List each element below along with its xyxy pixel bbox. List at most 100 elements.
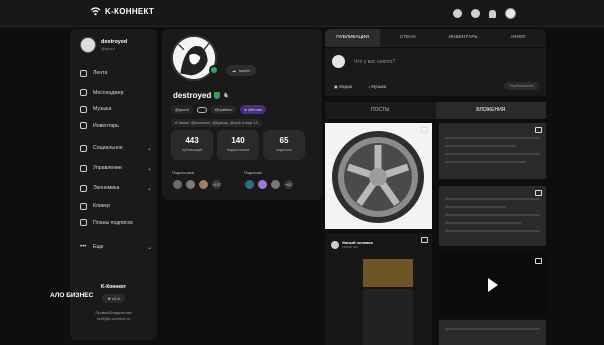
tab-publications[interactable]: ПУБЛИКАЦИИ <box>325 29 381 47</box>
avatar <box>80 37 96 53</box>
attachment-screenshot-1[interactable] <box>439 123 546 179</box>
search-icon[interactable] <box>471 9 480 18</box>
chevron-down-icon: ⌄ <box>146 165 152 172</box>
followers-more[interactable]: +137 <box>211 179 222 190</box>
also-known-as[interactable]: А также: @econnect, @kyacop, @wnk и ещё … <box>171 119 262 127</box>
handle2-tag[interactable]: @ryalinko <box>210 105 237 114</box>
sidebar-item-label: Лента <box>93 70 108 77</box>
cloud-icon: ☁ <box>232 68 236 73</box>
chevron-down-icon: ⌄ <box>146 244 152 251</box>
publish-button[interactable]: Опубликовать <box>504 82 539 90</box>
handle-tag[interactable]: @qsoul <box>171 105 193 114</box>
ultimate-badge[interactable]: ♦ Ultimate <box>240 105 267 114</box>
stat-following[interactable]: 65 подписок <box>263 130 305 160</box>
attachment-post[interactable]: Умный человек только что <box>325 233 432 345</box>
sidebar-item-clicker[interactable]: Кликер <box>80 198 152 215</box>
tab-info[interactable]: ИНФО <box>491 29 546 47</box>
attachment-screenshot-2[interactable] <box>439 186 546 246</box>
user-avatar[interactable] <box>505 8 516 19</box>
wifi-logo-icon <box>90 7 101 16</box>
media-label: Медиа <box>339 84 353 89</box>
stat-label: публикаций <box>181 148 203 152</box>
avatar[interactable] <box>172 179 183 190</box>
post-time: только что <box>342 245 359 249</box>
figure-icon: ♞ <box>223 93 229 99</box>
profile-stats: 443 публикаций 140 подписчиков 65 подписок <box>171 130 305 160</box>
music-icon <box>80 105 87 113</box>
avatar[interactable] <box>185 179 196 190</box>
tab-posts[interactable]: ПОСТЫ <box>325 102 436 119</box>
settings-icon <box>80 164 87 172</box>
avatar[interactable] <box>244 179 255 190</box>
sidebar-item-label: Инвентарь <box>93 122 119 129</box>
music-button[interactable]: ♪ Музыка <box>368 84 386 89</box>
sidebar-username: destroyed <box>101 39 128 45</box>
stat-value: 443 <box>185 136 199 145</box>
sidebar-user[interactable]: destroyed @qsoul <box>80 37 127 53</box>
plan-text: Ultimate <box>247 107 263 112</box>
tab-inventory[interactable]: ИНВЕНТАРЬ <box>436 29 491 47</box>
link-icon <box>196 106 207 113</box>
avatar[interactable] <box>270 179 281 190</box>
logo[interactable]: K-КОННЕКТ <box>90 7 154 16</box>
meme-caption: АЛО БИЗНЕС <box>50 292 94 299</box>
following-more[interactable]: +62 <box>283 179 294 190</box>
status-chip[interactable]: ☁ Iseebl <box>226 65 256 76</box>
avatar[interactable] <box>257 179 268 190</box>
attachment-screenshot-3[interactable] <box>439 320 546 345</box>
tab-wall[interactable]: СТЕНА <box>380 29 435 47</box>
star-icon <box>80 219 87 227</box>
online-badge <box>209 65 219 75</box>
sidebar-item-economy[interactable]: Экономика ⌄ <box>80 178 152 198</box>
stat-label: подписчиков <box>226 148 250 152</box>
meme-image-top <box>363 259 413 287</box>
sidebar-item-management[interactable]: Управление ⌄ <box>80 158 152 178</box>
status-text: Iseebl <box>239 68 250 73</box>
image-icon <box>535 190 542 196</box>
meme-image-bottom <box>363 289 413 345</box>
sidebar-item-social[interactable]: Социальное ⌄ <box>80 138 152 158</box>
sidebar-item-feed[interactable]: Лента <box>80 65 152 82</box>
version-text: v2.9 <box>112 296 120 301</box>
profile-tabs: ПУБЛИКАЦИИ СТЕНА ИНВЕНТАРЬ ИНФО <box>325 29 546 47</box>
following-label: Подписки <box>244 170 262 175</box>
following-avatars[interactable]: +62 <box>244 179 294 190</box>
sidebar-footer: K-Коннект ★ v2.9 Правообладателям verif@… <box>70 284 157 322</box>
profile-name: destroyed ♞ <box>173 91 229 100</box>
bell-icon[interactable] <box>489 9 496 18</box>
music-label: Музыка <box>371 84 387 89</box>
contact-email[interactable]: verif@k-connect.ru <box>70 316 157 322</box>
stat-value: 65 <box>279 136 289 145</box>
sidebar-item-label: Социальное <box>93 145 123 151</box>
coins-icon <box>80 184 87 192</box>
avatar <box>331 240 339 249</box>
stat-followers[interactable]: 140 подписчиков <box>217 130 259 160</box>
profile-avatar[interactable] <box>171 35 217 81</box>
tab-attachments[interactable]: ВЛОЖЕНИЯ <box>435 102 546 119</box>
image-icon <box>421 127 428 133</box>
stat-label: подписок <box>275 148 293 152</box>
sidebar-item-more[interactable]: ••• Еще ⌄ <box>80 239 152 256</box>
sidebar-handle: @qsoul <box>101 46 115 51</box>
avatar <box>332 55 345 68</box>
media-button[interactable]: ▣ Медиа <box>334 84 352 89</box>
brand-name: K-КОННЕКТ <box>105 7 155 16</box>
people-icon <box>80 144 87 152</box>
followers-avatars[interactable]: +137 <box>172 179 222 190</box>
sidebar-item-label: Мессенджер <box>93 89 124 96</box>
chat-icon <box>80 89 87 97</box>
stat-posts[interactable]: 443 публикаций <box>171 130 213 160</box>
stat-value: 140 <box>231 136 245 145</box>
composer-input[interactable]: Что у вас нового? <box>354 59 395 65</box>
sidebar-item-music[interactable]: Музыка <box>80 101 152 118</box>
sidebar-menu: Лента Мессенджер Музыка Инвентарь Социал… <box>80 65 152 256</box>
home-icon <box>80 69 87 77</box>
wallet-icon[interactable] <box>453 9 462 18</box>
sidebar-item-inventory[interactable]: Инвентарь <box>80 118 152 135</box>
avatar[interactable] <box>198 179 209 190</box>
attachment-wheel-image[interactable] <box>325 123 432 229</box>
sidebar-item-messenger[interactable]: Мессенджер <box>80 85 152 102</box>
sidebar-item-label: Планы подписок <box>93 219 133 226</box>
play-icon[interactable] <box>488 278 498 292</box>
sidebar-item-subscriptions[interactable]: Планы подписок <box>80 215 152 232</box>
